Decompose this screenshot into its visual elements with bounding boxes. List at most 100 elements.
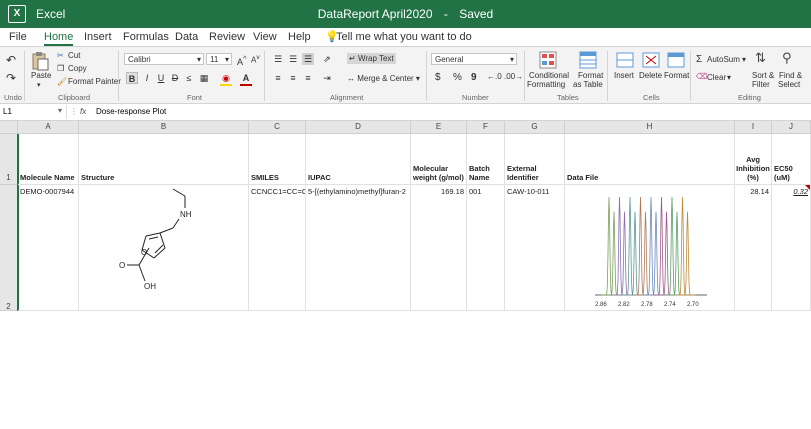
column-header-g[interactable]: G [505,121,565,134]
cell-avg-inhibition[interactable]: 28.14 [735,185,772,311]
sort-filter-icon[interactable]: ⇅ [755,50,766,66]
header-cell-b[interactable]: Structure [79,134,249,185]
currency-button[interactable]: $ [435,72,441,83]
column-header-j[interactable]: J [772,121,811,134]
format-as-table-icon[interactable] [579,51,597,69]
format-cells-icon[interactable] [667,51,685,69]
tab-file[interactable]: File [9,31,27,43]
delete-cells-button[interactable]: Delete [639,71,662,80]
format-cells-button[interactable]: Format [664,71,689,80]
header-cell-f[interactable]: Batch Name [467,134,505,185]
column-header-b[interactable]: B [79,121,249,134]
paste-button[interactable]: Paste [31,71,51,80]
spectrum-plot[interactable]: 2.86 2.82 2.78 2.74 2.70 [565,185,735,311]
merge-center-button[interactable]: ↔ Merge & Center ▾ [347,74,420,83]
header-cell-a[interactable]: Molecule Name [18,134,79,185]
percent-button[interactable]: % [453,72,462,83]
cell-data-file[interactable]: 2.86 2.82 2.78 2.74 2.70 [565,185,735,311]
insert-function-button[interactable]: fx [80,107,86,116]
tab-insert[interactable]: Insert [84,31,112,43]
formula-input[interactable]: Dose-response Plot [96,107,166,116]
font-name-select[interactable]: Calibri ▾ [124,53,204,65]
fill-color-icon[interactable]: ◉ [220,72,232,84]
cell-molecule-name[interactable]: DEMO-0007944 [18,185,79,311]
borders-icon[interactable]: ▦ [198,72,210,84]
italic-button[interactable]: I [141,72,153,84]
delete-cells-icon[interactable] [642,51,660,69]
tab-help[interactable]: Help [288,31,311,43]
strikethrough-button[interactable]: D [169,72,181,84]
increase-font-icon[interactable]: A^ [237,54,247,67]
autosum-button[interactable]: AutoSum [707,55,740,64]
header-cell-i[interactable]: Avg Inhibition (%) [735,134,772,185]
conditional-formatting-label-2[interactable]: Formatting [527,80,565,89]
conditional-formatting-icon[interactable] [539,51,557,69]
row-header-2[interactable]: 2 [0,185,18,311]
cell-ec50[interactable]: 0.32 [772,185,811,311]
find-select-icon[interactable]: ⚲ [782,50,792,66]
font-color-icon[interactable]: A [240,72,252,84]
sort-filter-label[interactable]: Sort & [752,71,774,80]
increase-decimal-icon[interactable]: ←.0 [487,72,502,81]
indent-icon[interactable]: ⇥ [321,72,333,84]
column-header-d[interactable]: D [306,121,411,134]
column-header-e[interactable]: E [411,121,467,134]
bold-button[interactable]: B [126,72,138,84]
column-header-i[interactable]: I [735,121,772,134]
header-cell-g[interactable]: External Identifier [505,134,565,185]
chevron-down-icon[interactable]: ▾ [742,55,746,64]
insert-cells-icon[interactable] [616,51,634,69]
conditional-formatting-label[interactable]: Conditional [529,71,569,80]
comment-indicator-icon[interactable] [805,185,810,190]
tab-view[interactable]: View [253,31,277,43]
name-box-dropdown-icon[interactable]: ▾ [58,106,62,115]
orientation-icon[interactable]: ⇗ [321,53,333,65]
cell-structure[interactable]: NH O O OH [79,185,249,311]
cell-iupac[interactable]: 5-[(ethylamino)methyl]furan-2 [306,185,411,311]
column-header-h[interactable]: H [565,121,735,134]
cell-external-identifier[interactable]: CAW-10-011 [505,185,565,311]
font-size-select[interactable]: 11 ▾ [206,53,232,65]
paste-icon[interactable] [31,51,49,71]
column-header-c[interactable]: C [249,121,306,134]
header-cell-e[interactable]: Molecular weight (g/mol) [411,134,467,185]
paste-dropdown-icon[interactable]: ▾ [37,81,41,89]
find-select-label-2[interactable]: Select [778,80,800,89]
cut-button[interactable]: Cut [68,51,80,60]
sort-filter-label-2[interactable]: Filter [752,80,770,89]
undo-icon[interactable]: ↶ [5,54,17,66]
select-all-corner[interactable] [0,121,18,134]
header-cell-d[interactable]: IUPAC [306,134,411,185]
insert-cells-button[interactable]: Insert [614,71,634,80]
align-top-icon[interactable]: ☰ [272,53,284,65]
column-header-a[interactable]: A [18,121,79,134]
align-center-icon[interactable]: ≡ [287,72,299,84]
cell-batch-name[interactable]: 001 [467,185,505,311]
align-middle-icon[interactable]: ☰ [287,53,299,65]
name-box[interactable]: L1 [3,107,12,116]
column-header-f[interactable]: F [467,121,505,134]
header-cell-h[interactable]: Data File [565,134,735,185]
underline-button[interactable]: U [155,72,167,84]
header-cell-c[interactable]: SMILES [249,134,306,185]
tab-data[interactable]: Data [175,31,198,43]
tab-formulas[interactable]: Formulas [123,31,169,43]
wrap-text-button[interactable]: ↵ Wrap Text [347,53,396,64]
comma-button[interactable]: 9 [471,72,477,83]
clear-button[interactable]: Clear [707,73,726,82]
copy-button[interactable]: Copy [68,64,87,73]
tell-me-search[interactable]: Tell me what you want to do [336,31,472,43]
decrease-font-icon[interactable]: Av [251,54,260,65]
align-right-icon[interactable]: ≡ [302,72,314,84]
format-painter-button[interactable]: Format Painter [68,77,121,86]
tab-review[interactable]: Review [209,31,245,43]
align-bottom-icon[interactable]: ☰ [302,53,314,65]
redo-icon[interactable]: ↷ [5,72,17,84]
tab-home[interactable]: Home [44,31,74,46]
find-select-label[interactable]: Find & [779,71,802,80]
number-format-select[interactable]: General ▾ [431,53,517,65]
cell-molecular-weight[interactable]: 169.18 [411,185,467,311]
format-as-table-label-2[interactable]: as Table [573,80,603,89]
subscript-icon[interactable]: ≤ [183,72,195,84]
cell-smiles[interactable]: CCNCC1=CC=C(O [249,185,306,311]
